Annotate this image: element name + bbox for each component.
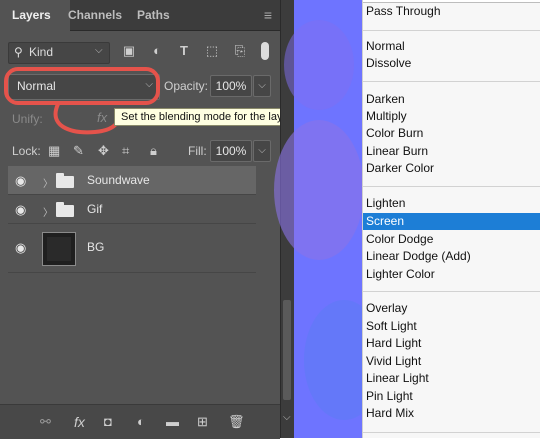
menu-separator [363,30,540,31]
layer-row-gif[interactable]: ◉ 〉 Gif [8,195,256,224]
blend-option[interactable]: Lighter Color [363,266,540,283]
scrollbar-thumb[interactable] [283,300,291,400]
layer-row-soundwave[interactable]: ◉ 〉 Soundwave [8,166,256,195]
menu-separator [363,432,540,433]
chevron-right-icon[interactable]: 〉 [43,175,53,190]
blend-option[interactable]: Darker Color [363,160,540,177]
blend-option[interactable]: Vivid Light [363,353,540,370]
lock-transparent-icon[interactable]: ▦ [48,143,60,159]
fx-unify-icon: fx [97,110,108,125]
new-layer-icon[interactable]: ⊞ [197,414,208,430]
canvas-gradient [274,120,364,260]
pixel-filter-icon[interactable]: ▣ [122,44,136,58]
lock-position-icon[interactable]: ✥ [98,143,109,159]
layers-footer: ⚯ fx ◘ ◐ ▬ ⊞ 🗑︎ [0,404,280,439]
type-filter-icon[interactable]: T [177,44,191,58]
menu-separator [363,81,540,82]
folder-icon [56,202,74,217]
blend-option[interactable]: Hard Mix [363,405,540,422]
blend-option[interactable]: Soft Light [363,318,540,335]
filter-toggle[interactable] [261,42,269,60]
link-icon[interactable]: ⚯ [40,414,51,430]
unify-label: Unify: [12,112,43,126]
blend-option[interactable]: Darken [363,91,540,108]
layer-name: Gif [87,202,103,216]
blend-option[interactable]: Color Burn [363,125,540,142]
chevron-down-icon: ⌵ [95,45,103,56]
blend-option[interactable]: Linear Light [363,370,540,387]
blend-option[interactable]: Linear Dodge (Add) [363,248,540,265]
shape-filter-icon[interactable]: ⬚ [205,44,219,58]
fill-label: Fill: [188,144,207,158]
blend-option[interactable]: Overlay [363,300,540,317]
folder-icon [56,173,74,188]
tab-layers[interactable]: Layers [0,0,70,31]
layer-thumbnail [42,232,76,266]
adjustment-layer-icon[interactable]: ◐ [137,414,145,429]
blend-option[interactable]: Multiply [363,108,540,125]
blend-option[interactable]: Pass Through [363,3,540,20]
trash-icon[interactable]: 🗑︎ [228,414,245,430]
lock-all-icon[interactable]: 🔒︎ [150,143,157,159]
panel-tabs: Layers Channels Paths ≡ [0,0,280,31]
canvas-preview [274,0,384,438]
lock-label: Lock: [12,144,41,158]
tab-paths[interactable]: Paths [137,0,170,30]
fill-dropdown[interactable]: ⌵ [253,140,271,162]
opacity-dropdown[interactable]: ⌵ [253,75,271,97]
blend-mode-tooltip: Set the blending mode for the layer [114,108,300,126]
filter-kind-select[interactable]: ⚲ Kind ⌵ [8,42,110,64]
blend-option[interactable]: Lighten [363,195,540,212]
blend-option[interactable]: Linear Burn [363,143,540,160]
eye-icon[interactable]: ◉ [15,202,26,218]
layer-row-bg[interactable]: ◉ BG [8,224,256,273]
blend-option[interactable]: Color Dodge [363,231,540,248]
eye-icon[interactable]: ◉ [15,173,26,189]
blend-option[interactable]: Dissolve [363,55,540,72]
lock-paint-icon[interactable]: ✎ [73,143,84,159]
chevron-right-icon[interactable]: 〉 [43,204,53,219]
menu-separator [363,186,540,187]
layer-name: Soundwave [87,173,150,187]
blend-option[interactable]: Normal [363,38,540,55]
opacity-label: Opacity: [164,79,209,93]
lock-artboard-icon[interactable]: ⌗ [122,143,129,159]
tab-channels[interactable]: Channels [68,0,122,30]
eye-icon[interactable]: ◉ [15,240,26,256]
mask-icon[interactable]: ◘ [104,414,112,429]
scroll-down-icon[interactable]: ⌵ [283,412,291,423]
panel-menu-icon[interactable]: ≡ [264,7,272,23]
blend-option[interactable]: Hard Light [363,335,540,352]
filter-kind-label: Kind [29,45,54,59]
search-icon: ⚲ [14,45,23,59]
canvas-gradient [284,20,354,110]
group-folder-icon[interactable]: ▬ [166,414,179,429]
opacity-input[interactable]: 100% [210,75,252,97]
fx-icon[interactable]: fx [74,414,85,430]
blend-mode-menu: Pass Through Normal Dissolve Darken Mult… [362,0,540,438]
smart-object-filter-icon[interactable]: ⎘ [233,44,247,58]
blend-option[interactable]: Pin Light [363,388,540,405]
fill-input[interactable]: 100% [210,140,252,162]
layers-panel: Layers Channels Paths ≡ ⚲ Kind ⌵ ▣ ◐ T ⬚… [0,0,300,439]
blend-option-selected[interactable]: Screen [363,213,540,230]
menu-separator [363,291,540,292]
adjustment-filter-icon[interactable]: ◐ [150,44,164,58]
layer-name: BG [87,240,105,254]
